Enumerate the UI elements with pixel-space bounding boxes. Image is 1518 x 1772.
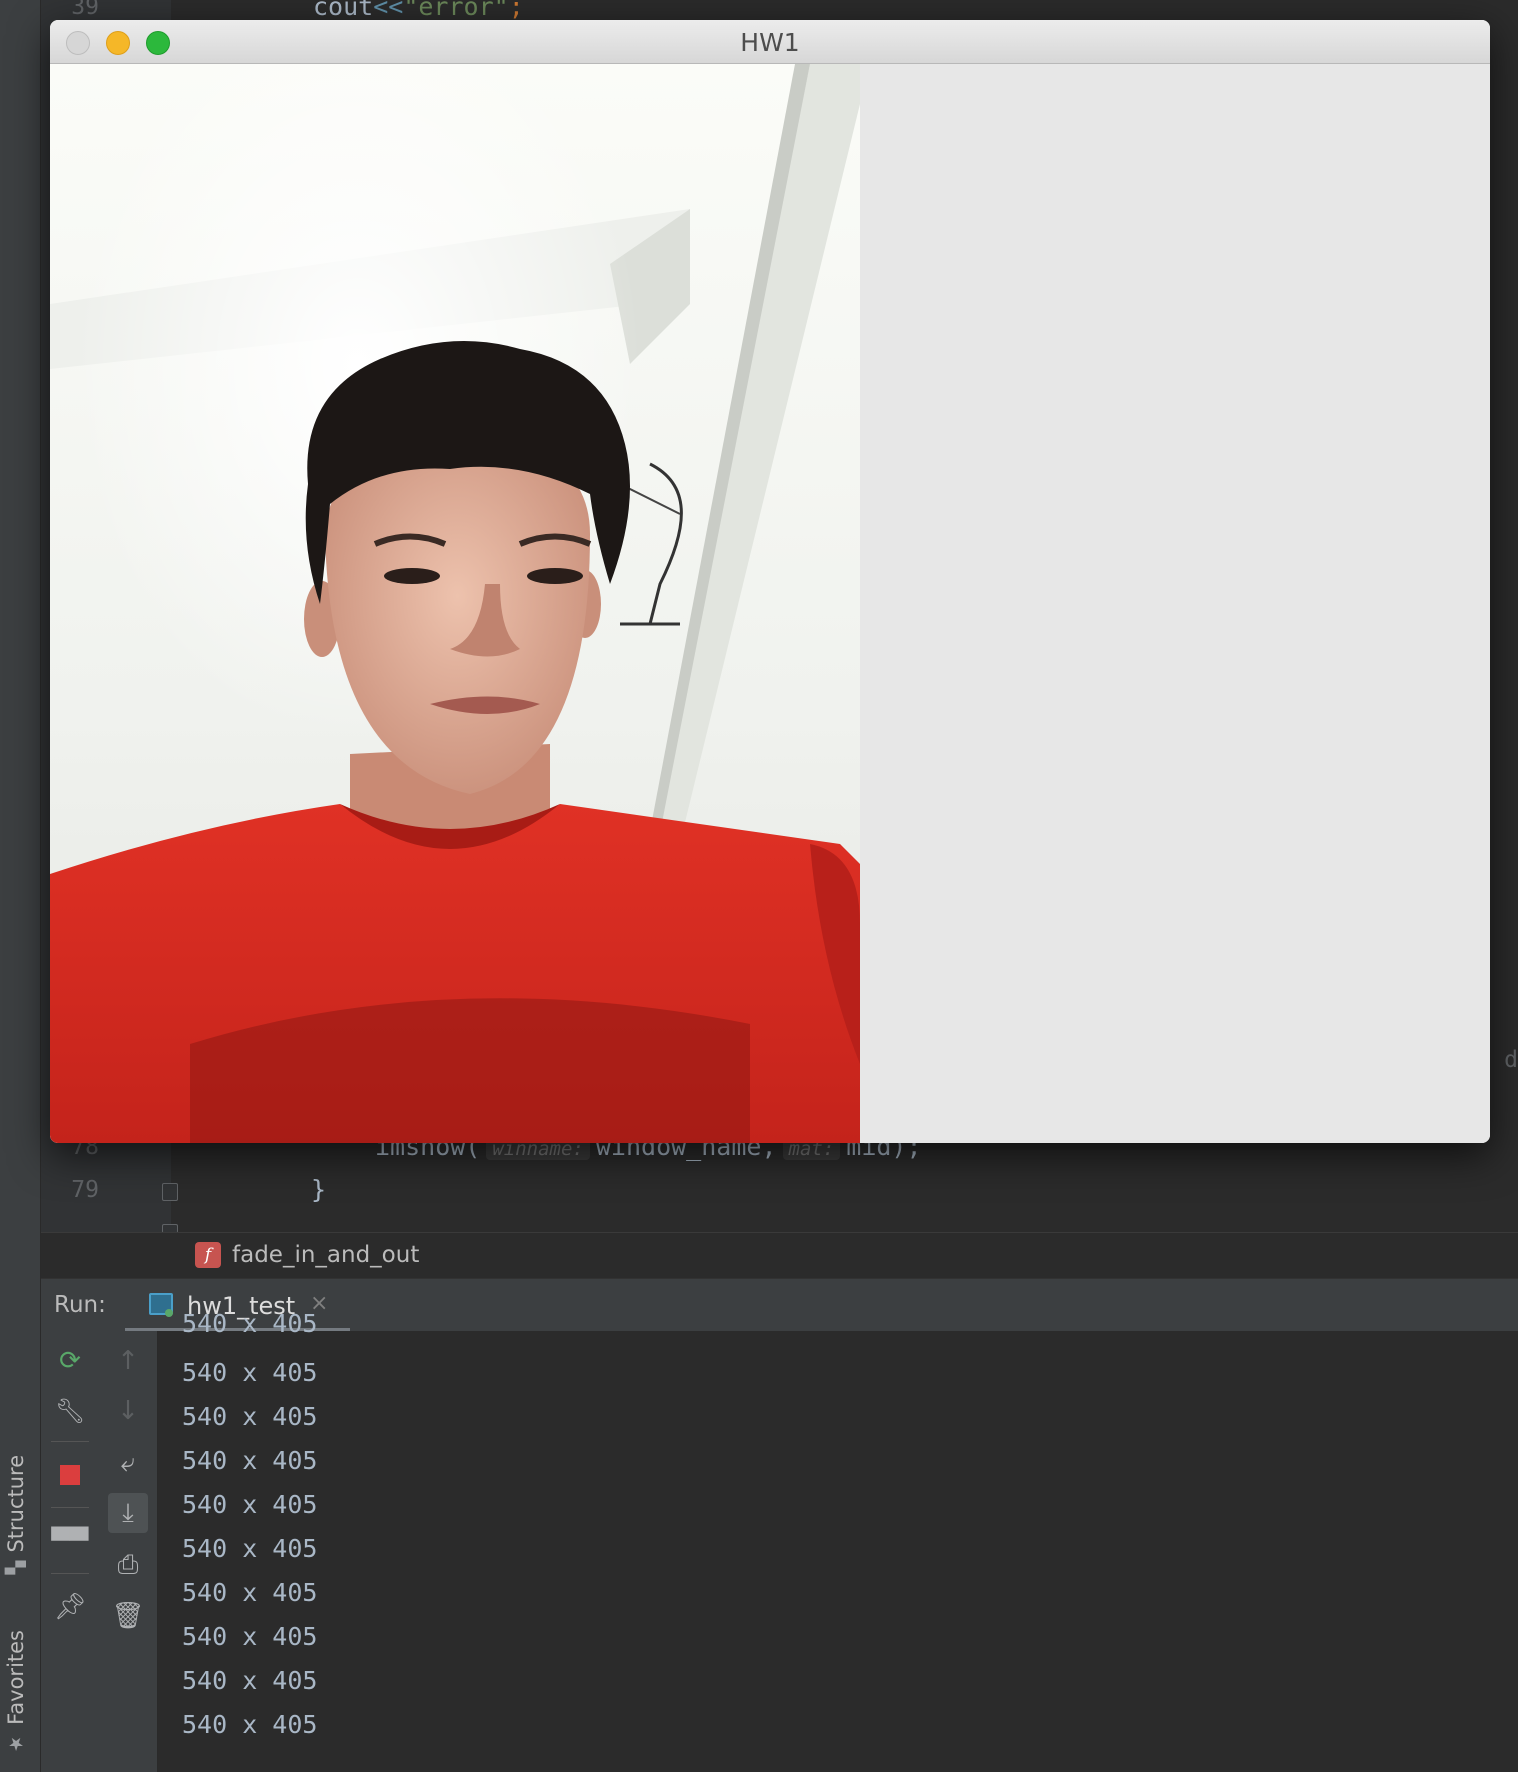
window-title-bar[interactable]: HW1 bbox=[50, 20, 1490, 64]
toolbar-separator bbox=[51, 1441, 89, 1442]
breadcrumb-function-name[interactable]: fade_in_and_out bbox=[232, 1242, 419, 1268]
editor-edge-char: d bbox=[1504, 1047, 1518, 1073]
console-line: 540 x 405 bbox=[182, 1402, 318, 1431]
rerun-icon[interactable]: ⟳ bbox=[50, 1341, 90, 1381]
console-line: 540 x 405 bbox=[182, 1534, 318, 1563]
toolbar-separator bbox=[51, 1507, 89, 1508]
arrow-up-icon[interactable]: ↑ bbox=[108, 1341, 148, 1381]
structure-icon: ▚ bbox=[5, 1560, 27, 1575]
pin-icon[interactable]: 📌︎ bbox=[50, 1587, 90, 1627]
scroll-to-end-icon[interactable]: ⤓ bbox=[108, 1493, 148, 1533]
star-icon: ★ bbox=[5, 1732, 27, 1754]
toolbar-separator bbox=[51, 1573, 89, 1574]
console-line: 540 x 405 bbox=[182, 1578, 318, 1607]
hw1-window[interactable]: HW1 bbox=[50, 20, 1490, 1143]
favorites-tab-label: Favorites bbox=[4, 1630, 28, 1725]
soft-wrap-icon[interactable]: ⤶ bbox=[108, 1443, 148, 1483]
running-indicator-icon bbox=[165, 1309, 173, 1317]
code-token: << bbox=[373, 0, 404, 21]
stop-square bbox=[60, 1464, 80, 1485]
wrench-icon[interactable]: 🔧︎ bbox=[50, 1391, 90, 1431]
run-toolbar-secondary: ↑ ↓ ⤶ ⤓ ⎙ 🗑︎ bbox=[99, 1331, 158, 1772]
code-line-79: } bbox=[311, 1175, 327, 1204]
code-token: cout bbox=[313, 0, 374, 21]
image-canvas bbox=[50, 64, 1490, 1143]
stop-icon[interactable] bbox=[50, 1456, 90, 1496]
structure-tab-label: Structure bbox=[4, 1455, 28, 1553]
console-line-partial: 540 x 405 bbox=[182, 1309, 318, 1338]
eye bbox=[384, 568, 440, 584]
layout-icon[interactable]: ▀▀ bbox=[50, 1521, 90, 1561]
run-toolbar-primary: ⟳ 🔧︎ ▀▀ 📌︎ bbox=[41, 1331, 100, 1772]
webcam-photo bbox=[50, 64, 860, 1143]
console-line: 540 x 405 bbox=[182, 1622, 318, 1651]
console-line: 540 x 405 bbox=[182, 1710, 318, 1739]
code-token: ; bbox=[508, 0, 524, 21]
structure-tab[interactable]: ▚ Structure bbox=[4, 1455, 28, 1575]
trash-icon[interactable]: 🗑︎ bbox=[108, 1596, 148, 1636]
breadcrumb: f fade_in_and_out bbox=[41, 1232, 1518, 1279]
console-line: 540 x 405 bbox=[182, 1666, 318, 1695]
line-number: 39 bbox=[71, 0, 99, 20]
left-tool-strip: ▚ Structure ★ Favorites bbox=[0, 0, 41, 1772]
line-number: 79 bbox=[71, 1177, 99, 1203]
console-line: 540 x 405 bbox=[182, 1358, 318, 1387]
code-token: "error" bbox=[403, 0, 509, 21]
console-line: 540 x 405 bbox=[182, 1446, 318, 1475]
favorites-tab[interactable]: ★ Favorites bbox=[4, 1630, 28, 1754]
eye bbox=[527, 568, 583, 584]
print-icon[interactable]: ⎙ bbox=[108, 1545, 148, 1585]
run-label: Run: bbox=[54, 1292, 106, 1318]
window-title: HW1 bbox=[740, 28, 800, 57]
code-line-39: cout<<"error"; bbox=[313, 0, 524, 21]
arrow-down-icon[interactable]: ↓ bbox=[108, 1391, 148, 1431]
console-line: 540 x 405 bbox=[182, 1490, 318, 1519]
console-output[interactable]: 540 x 405 540 x 405 540 x 405 540 x 405 … bbox=[158, 1309, 1518, 1772]
function-icon: f bbox=[195, 1242, 221, 1268]
fold-marker-icon[interactable] bbox=[162, 1183, 178, 1201]
